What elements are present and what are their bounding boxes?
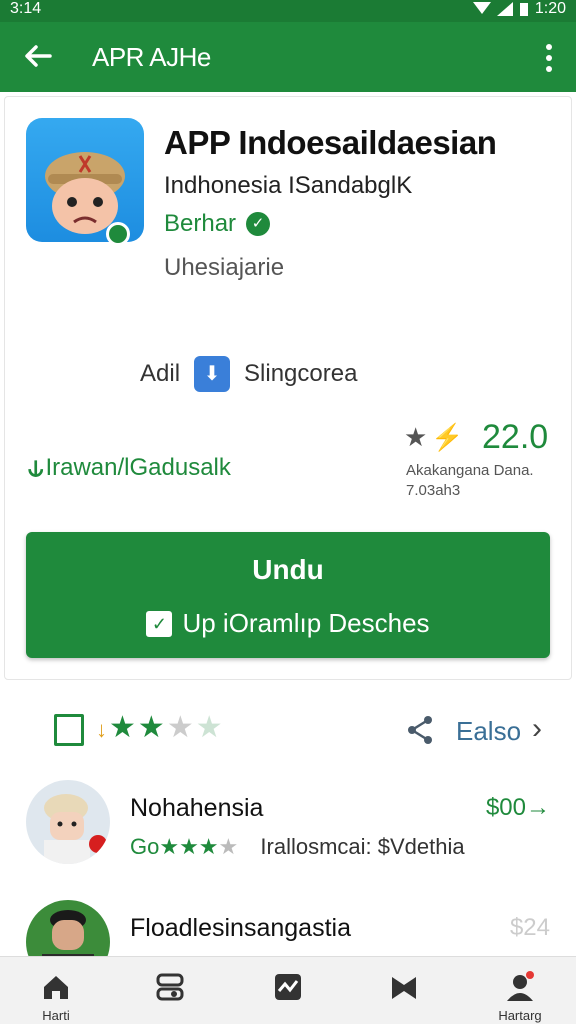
share-icon[interactable] — [404, 714, 436, 754]
developer-name[interactable]: Indhonesia ISandabglK — [164, 172, 412, 200]
avatar — [26, 780, 110, 864]
app-title: APP Indoesaildaesian — [164, 124, 497, 161]
rating-stars: ↓★★★★ — [96, 710, 225, 745]
app-bar: APR AJHe — [0, 22, 576, 92]
nav-home-label: Harti — [42, 1008, 70, 1023]
review-name: Nohahensia — [130, 794, 264, 822]
more-vert-icon[interactable] — [542, 40, 556, 76]
install-label: Undu — [252, 554, 324, 585]
review-price[interactable]: $24 — [510, 914, 550, 942]
review-name: Floadlesinsangastia — [130, 914, 351, 942]
status-time: 3:14 — [10, 0, 42, 17]
star-icon: ★ — [404, 422, 428, 452]
rating-detail: 7.03ah3 — [406, 482, 461, 499]
review-meta-prefix: Go — [130, 834, 160, 859]
status-bar: 3:14 1:20 — [0, 0, 576, 22]
install-button[interactable]: Undu ✓ Up iOramlıp Desches — [26, 532, 550, 658]
checkbox-icon: ✓ — [146, 610, 173, 637]
chevron-right-icon[interactable]: › — [532, 712, 542, 746]
review-item[interactable]: Nohahensia $00→ Go★★★★ Irallosmcai: $Vde… — [26, 780, 556, 864]
rating-score: 22.0 — [482, 418, 549, 456]
see-more-link[interactable]: Ealso — [456, 716, 521, 747]
chart-icon — [275, 974, 301, 1000]
feature-icon: ⫝ — [28, 452, 44, 482]
bolt-icon: ⚡ — [431, 422, 464, 452]
star-4-icon: ★ — [195, 711, 225, 744]
ad-label: Adil — [140, 360, 181, 387]
app-icon — [26, 118, 144, 242]
app-bar-title: APR AJHe — [92, 42, 211, 72]
nav-profile-label: Hartarg — [498, 1008, 542, 1023]
verified-icon — [106, 222, 130, 246]
nav-apps[interactable] — [130, 957, 210, 1024]
update-label: Up iOramlıp Desches — [182, 608, 430, 638]
signal-icon — [472, 2, 491, 14]
review-meta-text: Irallosmcai: $Vdethia — [260, 834, 465, 859]
status-clock: 1:20 — [534, 0, 566, 17]
nav-chart[interactable] — [248, 957, 328, 1024]
profile-icon — [507, 971, 534, 1001]
feature-tag[interactable]: ⫝ Irawan/lGadusalk — [28, 452, 231, 484]
nav-home[interactable]: Harti — [16, 957, 96, 1024]
nav-profile[interactable]: Hartarg — [480, 957, 560, 1024]
update-option[interactable]: ✓ Up iOramlıp Desches — [26, 608, 550, 639]
star-3-icon: ★ — [166, 711, 196, 744]
star-1-icon: ★ — [109, 711, 138, 744]
reviews-bar: ↓★★★★ Ealso › — [54, 710, 554, 754]
rating-arrow-icon: ↓ — [96, 717, 109, 742]
feature-text: Irawan/lGadusalk — [45, 454, 231, 481]
check-circle-icon: ✓ — [246, 212, 271, 236]
category-label: Uhesiajarie — [164, 254, 285, 281]
apps-icon — [156, 973, 184, 1001]
wishlist-icon[interactable] — [54, 714, 84, 746]
review-star-icon: ★★★ — [159, 834, 219, 859]
badge-label: Berhar — [164, 210, 237, 237]
review-star-empty-icon: ★ — [218, 834, 239, 859]
store-label: Slingcorea — [244, 360, 358, 387]
bookmark-icon — [392, 977, 416, 999]
download-icon[interactable]: ⬇ — [194, 356, 231, 392]
review-meta: Go★★★★ Irallosmcai: $Vdethia — [130, 834, 465, 860]
nav-bookmark[interactable] — [364, 957, 444, 1024]
rating-icons: ★ ⚡ — [404, 422, 464, 453]
battery-icon — [519, 3, 528, 16]
review-price[interactable]: $00→ — [486, 794, 550, 822]
bottom-nav: Harti Hartarg — [0, 956, 576, 1024]
ad-row: Adil ⬇ Slingcorea — [140, 356, 357, 392]
back-arrow-icon[interactable] — [22, 40, 58, 76]
star-2-icon: ★ — [137, 711, 167, 744]
rating-subtitle: Akakangana Dana. — [406, 462, 534, 479]
home-icon — [44, 976, 68, 999]
wifi-icon — [496, 2, 513, 16]
status-icons: 1:20 — [472, 0, 566, 18]
editor-badge: Berhar ✓ — [164, 210, 271, 238]
